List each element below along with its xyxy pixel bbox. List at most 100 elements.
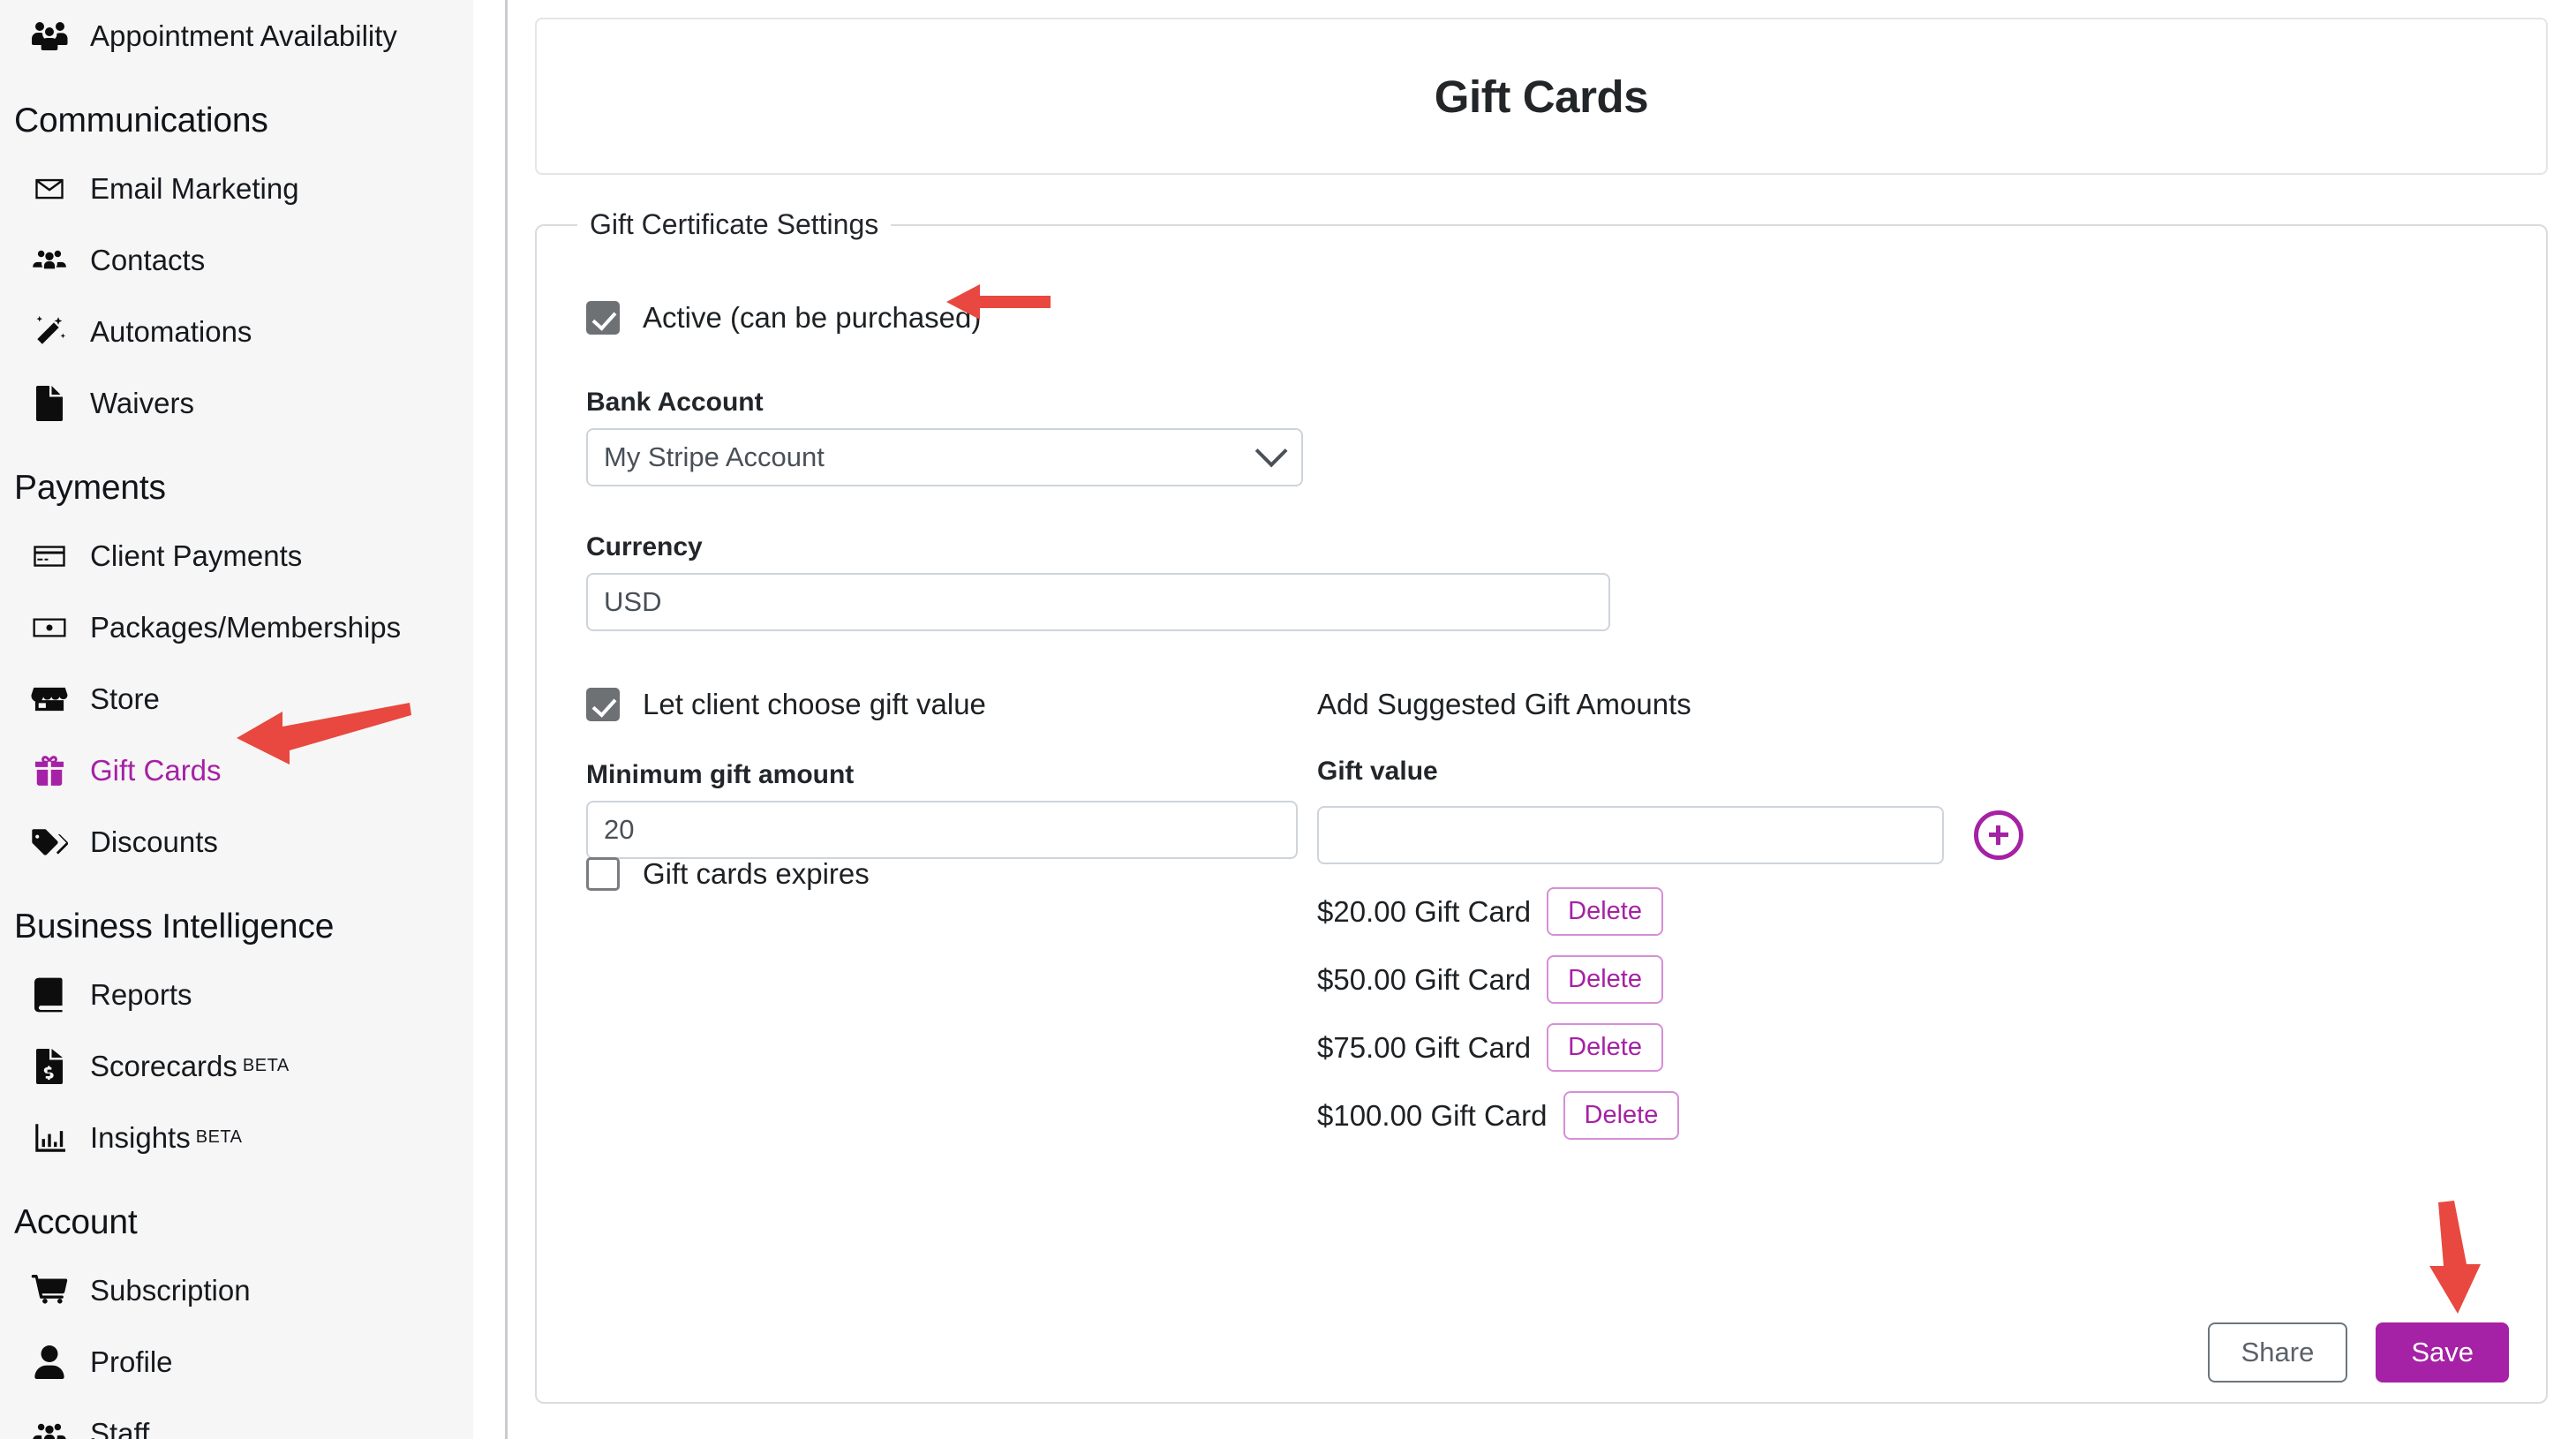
sidebar-item-label: Gift Cards xyxy=(90,753,222,787)
currency-value: USD xyxy=(604,586,662,617)
currency-field: Currency USD xyxy=(586,532,1610,631)
sidebar: Appointment Availability Communications … xyxy=(0,0,473,1439)
document-icon xyxy=(30,385,69,421)
invoice-dollar-icon xyxy=(30,1048,69,1084)
minimum-gift-amount-field: Minimum gift amount 20 xyxy=(586,760,1298,859)
active-checkbox[interactable] xyxy=(586,301,620,335)
left-column: Let client choose gift value Minimum gif… xyxy=(586,688,1317,1140)
expires-checkbox[interactable] xyxy=(586,857,620,891)
gift-card-label: $100.00 Gift Card xyxy=(1317,1098,1548,1132)
gift-card-label: $20.00 Gift Card xyxy=(1317,894,1532,928)
delete-gift-card-button[interactable]: Delete xyxy=(1547,955,1663,1004)
sidebar-item-label: Reports xyxy=(90,977,192,1011)
gift-card-list: $20.00 Gift Card Delete $50.00 Gift Card… xyxy=(1317,887,2546,1140)
minimum-gift-amount-input[interactable]: 20 xyxy=(586,801,1298,859)
sidebar-item-label: Insights xyxy=(90,1120,191,1154)
currency-label: Currency xyxy=(586,532,703,561)
sidebar-item-label: Store xyxy=(90,682,160,715)
bank-account-label: Bank Account xyxy=(586,388,764,417)
let-client-choose-label: Let client choose gift value xyxy=(643,688,986,720)
content-area: Gift Cards Gift Certificate Settings Act… xyxy=(505,0,2576,1439)
list-item: $100.00 Gift Card Delete xyxy=(1317,1091,2546,1140)
save-button[interactable]: Save xyxy=(2376,1322,2509,1382)
bank-account-select[interactable]: My Stripe Account xyxy=(586,428,1303,486)
let-client-choose-checkbox[interactable] xyxy=(586,688,620,721)
delete-gift-card-button[interactable]: Delete xyxy=(1563,1091,1680,1140)
sidebar-item-label: Automations xyxy=(90,314,252,348)
sidebar-group-business-intelligence: Business Intelligence xyxy=(14,908,335,946)
bank-account-field: Bank Account My Stripe Account xyxy=(586,388,1303,486)
sidebar-item-reports[interactable]: Reports xyxy=(0,959,473,1030)
sidebar-item-label: Appointment Availability xyxy=(90,19,397,52)
minimum-gift-amount-label: Minimum gift amount xyxy=(586,760,855,789)
sidebar-item-label: Client Payments xyxy=(90,539,303,572)
envelope-icon xyxy=(30,171,69,207)
bank-account-value: My Stripe Account xyxy=(604,441,825,472)
sidebar-item-staff[interactable]: Staff xyxy=(0,1398,473,1439)
users-icon xyxy=(30,243,69,278)
sidebar-item-scorecards[interactable]: Scorecards BETA xyxy=(0,1030,473,1102)
sidebar-item-discounts[interactable]: Discounts xyxy=(0,806,473,878)
shopping-cart-icon xyxy=(30,1273,69,1308)
delete-gift-card-button[interactable]: Delete xyxy=(1547,1023,1663,1072)
gift-icon xyxy=(30,753,69,788)
sidebar-group-account: Account xyxy=(14,1203,138,1241)
share-button[interactable]: Share xyxy=(2207,1322,2348,1382)
delete-gift-card-button[interactable]: Delete xyxy=(1547,887,1663,936)
page-title-card: Gift Cards xyxy=(535,18,2548,175)
users-icon xyxy=(30,19,69,54)
bar-chart-icon xyxy=(30,1120,69,1156)
sidebar-item-profile[interactable]: Profile xyxy=(0,1326,473,1398)
fieldset-legend: Gift Certificate Settings xyxy=(590,208,879,240)
sidebar-item-label: Scorecards xyxy=(90,1049,237,1082)
gift-card-label: $50.00 Gift Card xyxy=(1317,962,1532,996)
sidebar-item-label: Profile xyxy=(90,1345,173,1378)
sidebar-item-insights[interactable]: Insights BETA xyxy=(0,1102,473,1173)
minimum-gift-amount-value: 20 xyxy=(604,814,635,845)
sidebar-item-client-payments[interactable]: Client Payments xyxy=(0,520,473,591)
users-group-icon xyxy=(30,1416,69,1439)
gift-value-label: Gift value xyxy=(1317,757,1438,786)
sidebar-item-label: Staff xyxy=(90,1416,150,1439)
book-icon xyxy=(30,977,69,1013)
sidebar-item-gift-cards[interactable]: Gift Cards xyxy=(0,735,473,806)
sidebar-item-label: Packages/Memberships xyxy=(90,610,402,644)
plus-circle-icon[interactable] xyxy=(1974,810,2023,860)
sidebar-item-subscription[interactable]: Subscription xyxy=(0,1254,473,1326)
sidebar-item-email-marketing[interactable]: Email Marketing xyxy=(0,153,473,224)
gift-card-label: $75.00 Gift Card xyxy=(1317,1030,1532,1064)
gift-certificate-settings-fieldset: Gift Certificate Settings Active (can be… xyxy=(535,208,2548,1404)
tags-icon xyxy=(30,825,69,860)
sidebar-item-label: Waivers xyxy=(90,386,194,419)
list-item: $50.00 Gift Card Delete xyxy=(1317,955,2546,1004)
sidebar-group-communications: Communications xyxy=(14,102,268,139)
gift-value-input[interactable] xyxy=(1317,806,1944,864)
sidebar-item-store[interactable]: Store xyxy=(0,663,473,735)
sidebar-item-appointment-availability[interactable]: Appointment Availability xyxy=(0,0,473,72)
magic-wand-icon xyxy=(30,314,69,350)
action-buttons: Share Save xyxy=(2207,1322,2509,1382)
currency-input[interactable]: USD xyxy=(586,573,1610,631)
app-root: Appointment Availability Communications … xyxy=(0,0,2576,1439)
sidebar-item-automations[interactable]: Automations xyxy=(0,296,473,367)
fieldset-body: Active (can be purchased) Bank Account M… xyxy=(537,301,2546,1414)
right-column: Add Suggested Gift Amounts Gift value $2… xyxy=(1317,688,2546,1140)
active-checkbox-label: Active (can be purchased) xyxy=(643,301,982,334)
active-checkbox-row: Active (can be purchased) xyxy=(586,301,2546,335)
money-bill-icon xyxy=(30,610,69,645)
add-suggested-heading: Add Suggested Gift Amounts xyxy=(1317,688,1691,720)
sidebar-item-label: Contacts xyxy=(90,243,206,276)
gift-value-row xyxy=(1317,806,2546,864)
sidebar-item-packages-memberships[interactable]: Packages/Memberships xyxy=(0,591,473,663)
main-content: Gift Cards Gift Certificate Settings Act… xyxy=(473,0,2576,1439)
let-client-choose-row: Let client choose gift value xyxy=(586,688,1317,721)
chevron-down-icon xyxy=(1254,434,1288,468)
expires-checkbox-label: Gift cards expires xyxy=(643,857,870,890)
sidebar-item-contacts[interactable]: Contacts xyxy=(0,224,473,296)
sidebar-item-label: Email Marketing xyxy=(90,171,299,205)
sidebar-item-waivers[interactable]: Waivers xyxy=(0,367,473,439)
sidebar-group-payments: Payments xyxy=(14,469,166,507)
sidebar-item-label: Subscription xyxy=(90,1273,251,1307)
page-title: Gift Cards xyxy=(1434,71,1649,122)
gift-value-section: Let client choose gift value Minimum gif… xyxy=(586,688,2546,1140)
